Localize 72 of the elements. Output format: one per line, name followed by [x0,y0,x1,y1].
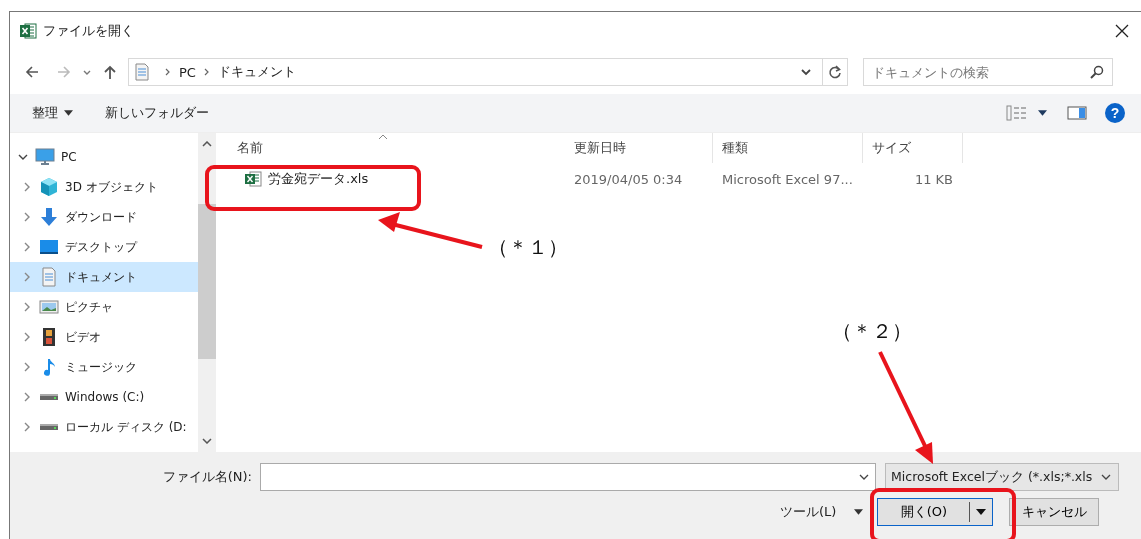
collapsed-chevron-icon[interactable] [22,392,32,402]
back-arrow-icon[interactable] [24,64,40,80]
caret-icon[interactable] [1038,110,1047,116]
tree-item[interactable]: 3D オブジェクト [10,172,198,202]
column-label: サイズ [872,140,911,155]
help-icon[interactable]: ? [1105,103,1125,123]
collapsed-chevron-icon[interactable] [22,422,32,432]
column-label: 更新日時 [574,140,626,155]
table-cell-text: 2019/04/05 0:34 [573,171,684,187]
scrollbar-thumb[interactable] [198,204,216,359]
chevron-icon [202,67,211,77]
window-title: ファイルを開く [43,22,134,40]
file-type-dropdown[interactable]: Microsoft Excelブック (*.xls;*.xls [885,463,1119,491]
collapsed-chevron-icon[interactable] [22,332,32,342]
collapsed-chevron-icon[interactable] [22,242,32,252]
view-options-icon[interactable] [1006,105,1028,121]
spreadsheet-file-icon [244,170,262,188]
field-label: ファイル名(N): [161,468,252,486]
tree-item[interactable]: Windows (C:) [10,382,198,412]
table-cell-text: 11 KB [913,171,954,187]
tree-item[interactable]: ビデオ [10,322,198,352]
file-name-field[interactable] [260,463,876,491]
dropdown-caret-icon[interactable] [800,67,812,77]
address-bar[interactable]: PC ドキュメント [128,58,848,86]
breadcrumb[interactable]: PC [179,64,196,80]
preview-pane-icon[interactable] [1067,106,1087,120]
cube-icon [39,177,59,197]
annotation-label: （＊２） [832,318,912,345]
caret-icon[interactable] [976,509,987,515]
desktop-icon [39,237,59,257]
new-folder-button[interactable]: 新しいフォルダー [97,100,217,126]
tools-button[interactable]: ツール(L) [780,503,837,521]
document-icon [135,63,149,81]
picture-frame-icon [39,297,59,317]
refresh-icon[interactable] [828,65,842,79]
document-icon [39,267,59,287]
collapsed-chevron-icon[interactable] [22,362,32,372]
dropdown-caret-icon [858,472,870,482]
tree-item[interactable]: デスクトップ [10,232,198,262]
monitor-icon [35,147,55,167]
spreadsheet-app-icon [19,22,37,40]
dropdown-caret-icon [1100,472,1112,482]
collapsed-chevron-icon[interactable] [22,182,32,192]
caret-icon [64,110,73,116]
cancel-button[interactable]: キャンセル [1009,498,1100,526]
table-cell-text: Microsoft Excel 97... [721,171,854,187]
column-label: 名前 [237,140,263,155]
organize-button[interactable]: 整理 [24,100,81,126]
caret-icon[interactable] [854,509,864,515]
scroll-down-icon[interactable] [202,438,212,444]
tree-item[interactable]: ダウンロード [10,202,198,232]
collapsed-chevron-icon[interactable] [22,302,32,312]
search-field[interactable]: ドキュメントの検索 [863,58,1113,86]
tree-item[interactable]: PC [10,142,198,172]
search-icon [1090,65,1104,79]
annotation-label: （＊１） [488,234,568,261]
scroll-up-icon[interactable] [202,141,212,147]
tree-item[interactable]: ピクチャ [10,292,198,322]
up-arrow-icon[interactable] [102,64,118,80]
close-icon[interactable] [1115,24,1129,38]
file-name[interactable]: 労金宛データ.xls [268,170,369,188]
tree-item[interactable]: ドキュメント [10,262,198,292]
chevron-icon [164,67,172,77]
collapsed-chevron-icon[interactable] [22,212,32,222]
collapsed-chevron-icon[interactable] [22,272,32,282]
breadcrumb[interactable]: ドキュメント [217,63,296,81]
expanded-chevron-icon[interactable] [18,152,28,162]
download-arrow-icon [39,207,59,227]
tree-item[interactable]: ミュージック [10,352,198,382]
forward-arrow-icon[interactable] [56,64,72,80]
column-label: 種類 [722,140,748,155]
tree-item[interactable]: ローカル ディスク (D: [10,412,198,442]
